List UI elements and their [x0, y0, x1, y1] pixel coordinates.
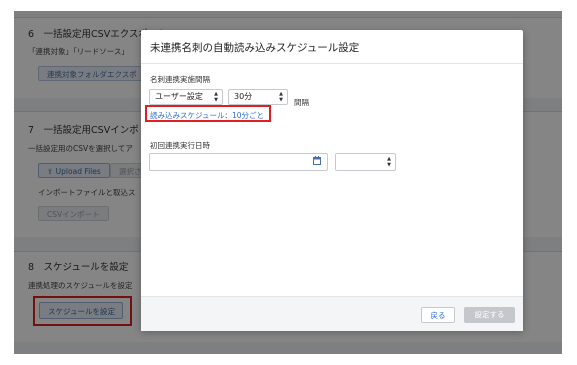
modal-header: 未連携名刺の自動読み込みスケジュール設定: [141, 30, 523, 64]
interval-suffix: 間隔: [294, 98, 309, 107]
first-run-date-input[interactable]: [149, 153, 328, 171]
first-run-time-select[interactable]: ▲ ▼: [335, 153, 396, 171]
select-arrows-icon: ▲ ▼: [387, 156, 391, 168]
select-arrows-icon: ▲ ▼: [214, 91, 218, 103]
back-button[interactable]: 戻る: [421, 307, 455, 323]
highlight-schedule-summary: [145, 105, 271, 122]
modal-title: 未連携名刺の自動読み込みスケジュール設定: [150, 42, 360, 54]
interval-label: 名刺連携実施間隔: [150, 75, 210, 84]
interval-mode-value: ユーザー設定: [155, 92, 203, 101]
first-run-label: 初回連携実行日時: [150, 141, 210, 150]
modal-footer: 戻る 設定する: [141, 296, 523, 331]
interval-mode-select[interactable]: ユーザー設定 ▲ ▼: [149, 89, 223, 105]
interval-value: 30分: [234, 92, 253, 101]
interval-value-select[interactable]: 30分 ▲ ▼: [228, 89, 288, 105]
save-button[interactable]: 設定する: [464, 307, 515, 323]
calendar-icon: [313, 156, 321, 165]
select-arrows-icon: ▲ ▼: [279, 91, 283, 103]
